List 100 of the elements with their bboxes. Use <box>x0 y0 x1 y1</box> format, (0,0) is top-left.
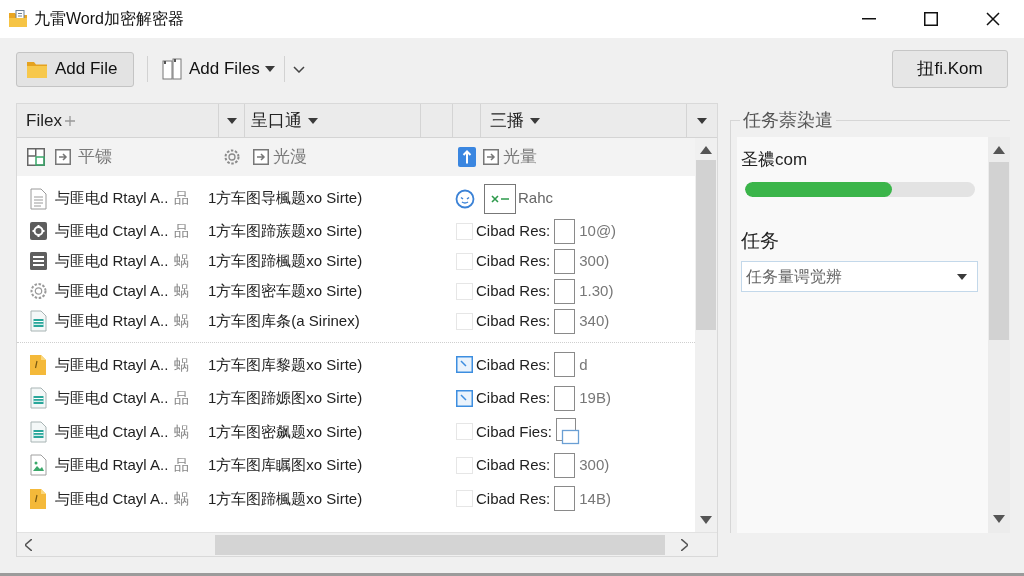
file-icon <box>28 353 48 376</box>
action-button[interactable]: 扭fi.Kom <box>892 50 1008 88</box>
caret-down-icon[interactable] <box>697 117 707 124</box>
caret-down-icon[interactable] <box>226 117 237 124</box>
spreadsheet-icon <box>484 183 516 214</box>
table-document-icon <box>28 420 48 443</box>
chevron-down-icon <box>292 65 305 73</box>
square-icon <box>554 308 576 334</box>
column-header[interactable]: Filex <box>17 104 219 137</box>
status-value: 1.30) <box>579 280 614 301</box>
document-icon <box>28 187 48 210</box>
file-suffix: 蜗 <box>174 280 190 301</box>
table-document-icon <box>28 310 48 332</box>
file-suffix: 品 <box>174 388 190 408</box>
status-text: Cibad Res: <box>476 488 551 509</box>
file-path: 1方车图蹄楓题xo Sirte) <box>208 488 363 509</box>
up-arrow-tile-icon <box>458 147 476 167</box>
caret-down-icon <box>530 117 540 124</box>
file-name: 与匪电d Rtayl A.. <box>55 188 169 209</box>
column-subheader: 平镖 <box>78 146 112 169</box>
folder-document-icon <box>8 9 28 29</box>
layout-icon <box>27 148 45 166</box>
file-name: 与匪电d Rtayl A.. <box>55 250 169 271</box>
file-name: 与匪电d Rtayl A.. <box>55 354 169 375</box>
square-icon <box>554 486 576 512</box>
task-dropdown[interactable]: 任务量谔觉辨 <box>741 261 978 292</box>
file-suffix: 蜗 <box>174 310 190 331</box>
stacked-squares-icon <box>555 417 580 446</box>
scroll-thumb[interactable] <box>215 534 665 555</box>
file-suffix: 品 <box>174 455 190 475</box>
column-header[interactable]: 三播 <box>481 104 687 137</box>
status-text: Cibad Res: <box>476 250 551 271</box>
file-suffix: 品 <box>174 220 190 241</box>
file-suffix: 蜗 <box>174 488 190 509</box>
column-header[interactable]: 呈口通 <box>245 104 421 137</box>
gear-icon <box>223 148 241 166</box>
caret-down-icon[interactable] <box>264 66 275 72</box>
status-text: Cibad Res: <box>476 220 551 241</box>
status-text: Cibad Res: <box>476 388 551 408</box>
file-path: 1方车图库条(a Sirinex) <box>208 310 360 331</box>
checkbox[interactable] <box>456 389 473 407</box>
file-path: 1方车图库瞩图xo Sirte) <box>208 455 363 475</box>
close-icon <box>986 12 1000 26</box>
gear-icon <box>28 280 48 302</box>
image-document-icon <box>28 454 48 477</box>
scroll-up-arrow-icon[interactable] <box>993 146 1005 154</box>
status-value: 14B) <box>579 488 611 509</box>
file-path: 1方车图蹄嫄图xo Sirte) <box>208 388 363 408</box>
caret-down-icon[interactable] <box>957 273 967 280</box>
plus-icon <box>64 115 75 126</box>
status-text: Cibad Res: <box>476 354 551 375</box>
square-icon <box>554 278 576 304</box>
file-path: 1方车图蹄蔟题xo Sirte) <box>208 220 363 241</box>
file-name: 与匪电d Ctayl A.. <box>55 280 169 301</box>
file-name: 与匪电d Ctayl A.. <box>55 388 169 408</box>
window-title: 九雷Word加密解密器 <box>34 9 184 29</box>
square-icon <box>554 248 576 274</box>
scroll-down-arrow-icon[interactable] <box>700 516 712 524</box>
file-suffix: 蜗 <box>174 421 190 442</box>
file-icon <box>28 487 48 510</box>
status-value: d <box>579 354 588 375</box>
file-suffix: 蜗 <box>174 354 190 375</box>
arrow-box-icon <box>55 149 71 165</box>
file-suffix: 品 <box>174 188 190 209</box>
horizontal-scrollbar[interactable] <box>17 532 717 556</box>
square-icon <box>554 385 576 411</box>
square-icon <box>554 452 576 478</box>
vertical-scrollbar[interactable] <box>695 138 717 532</box>
vertical-scrollbar[interactable] <box>988 137 1010 533</box>
file-name: 与匪电d Rtayl A.. <box>55 455 169 475</box>
status-value: 10@) <box>579 220 617 241</box>
scroll-thumb[interactable] <box>989 162 1009 340</box>
scroll-down-arrow-icon[interactable] <box>993 515 1005 523</box>
scroll-thumb[interactable] <box>696 160 716 330</box>
status-text: Cibad Res: <box>476 455 551 475</box>
arrow-box-icon <box>253 149 269 165</box>
status-text: Cibad Fies: <box>476 421 552 442</box>
column-subheader: 光量 <box>503 146 537 169</box>
file-name: 与匪电d Rtayl A.. <box>55 310 169 331</box>
maximize-icon <box>924 12 938 26</box>
smiley-icon <box>455 188 475 209</box>
scroll-up-arrow-icon[interactable] <box>700 146 712 154</box>
checkbox[interactable] <box>456 356 473 374</box>
note-icon <box>28 250 48 272</box>
status-text: Rahc <box>518 188 554 209</box>
status-value: 300) <box>579 455 610 475</box>
square-icon <box>554 218 576 244</box>
progress-label: 圣禯com <box>741 149 808 171</box>
status-text: Cibad Res: <box>476 310 551 331</box>
add-files-button[interactable]: Add Files <box>160 51 277 87</box>
column-subheader: 光漫 <box>273 146 307 169</box>
file-name: 与匪电d Ctayl A.. <box>55 421 169 442</box>
status-value: 300) <box>579 250 610 271</box>
minimize-icon <box>862 18 876 20</box>
status-value: 19B) <box>579 388 611 408</box>
files-icon <box>162 58 182 80</box>
task-label: 任务 <box>741 228 779 253</box>
gear-tile-icon <box>28 220 48 242</box>
file-suffix: 蜗 <box>174 250 190 271</box>
add-file-button[interactable]: Add File <box>16 51 134 87</box>
